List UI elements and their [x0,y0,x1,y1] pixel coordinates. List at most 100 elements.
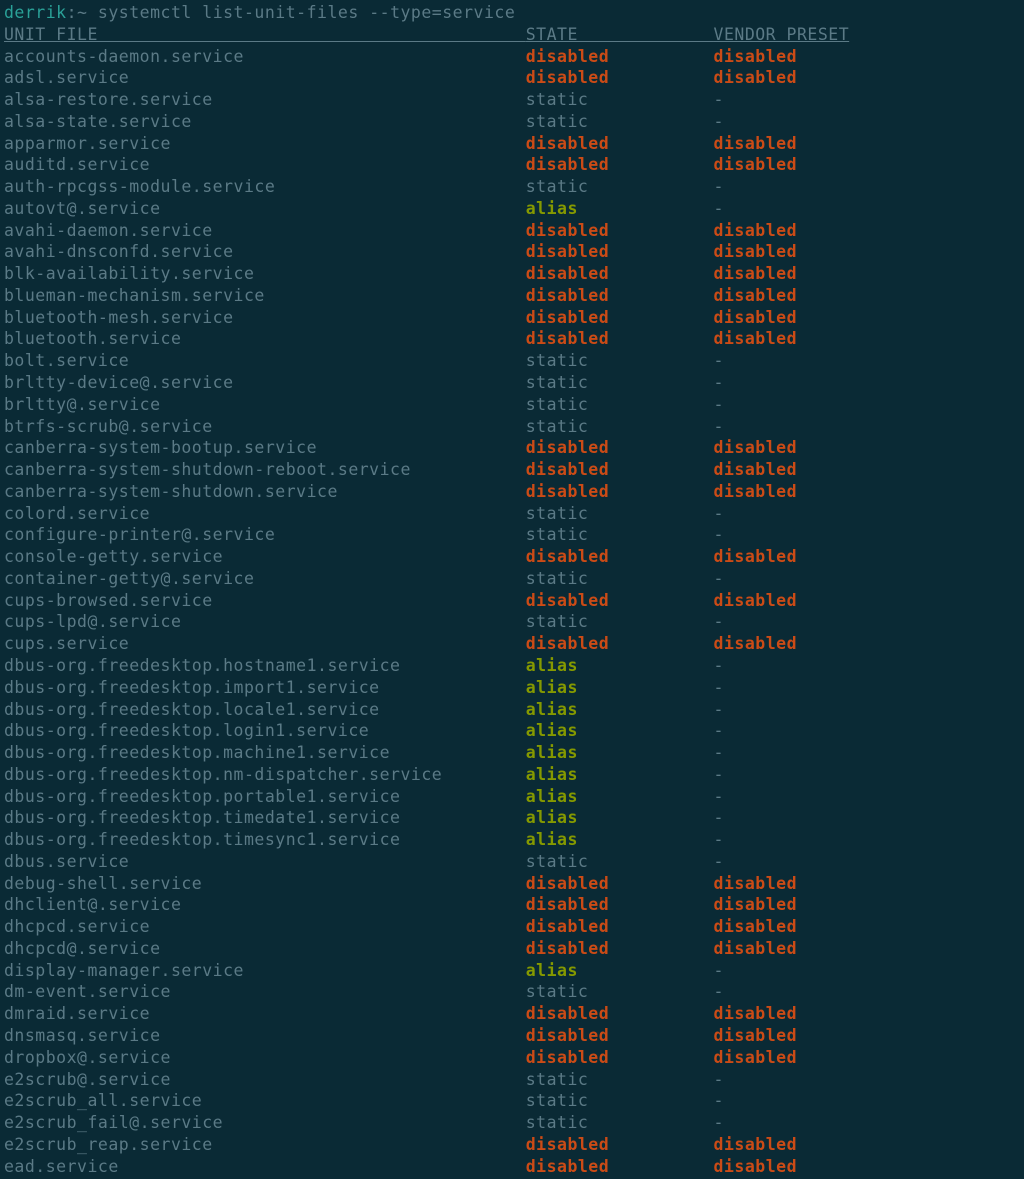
vendor-preset-cell: - [714,1070,724,1089]
vendor-preset-cell: disabled [714,1135,797,1154]
state-cell: disabled [526,1157,609,1176]
spacer [609,634,713,653]
spacer [609,460,713,479]
unit-file-cell: bolt.service [4,351,526,370]
vendor-preset-cell: disabled [714,895,797,914]
table-row: avahi-dnsconfd.service disabled disabled [4,241,1020,263]
state-cell: static [526,504,589,523]
state-cell: alias [526,830,578,849]
unit-file-cell: avahi-dnsconfd.service [4,242,526,261]
table-row: dbus-org.freedesktop.hostname1.service a… [4,655,1020,677]
state-cell: disabled [526,1135,609,1154]
spacer [609,895,713,914]
state-cell: disabled [526,460,609,479]
spacer [578,656,714,675]
table-row: container-getty@.service static - [4,568,1020,590]
table-row: auth-rpcgss-module.service static - [4,176,1020,198]
state-cell: alias [526,787,578,806]
spacer [578,830,714,849]
prompt-separator: : [67,3,77,22]
table-row: avahi-daemon.service disabled disabled [4,220,1020,242]
table-row: colord.service static - [4,503,1020,525]
vendor-preset-cell: - [714,656,724,675]
unit-file-cell: dbus-org.freedesktop.locale1.service [4,700,526,719]
state-cell: disabled [526,155,609,174]
spacer [578,787,714,806]
service-list-table[interactable]: UNIT FILE STATE VENDOR PRESETaccounts-da… [4,24,1020,1178]
state-cell: static [526,112,589,131]
vendor-preset-cell: - [714,612,724,631]
state-cell: disabled [526,917,609,936]
state-cell: disabled [526,634,609,653]
unit-file-cell: blueman-mechanism.service [4,286,526,305]
vendor-preset-cell: - [714,504,724,523]
vendor-preset-cell: disabled [714,1157,797,1176]
table-row: cups-browsed.service disabled disabled [4,590,1020,612]
table-row: alsa-restore.service static - [4,89,1020,111]
spacer [609,939,713,958]
state-cell: alias [526,656,578,675]
table-row: dbus-org.freedesktop.machine1.service al… [4,742,1020,764]
table-row: blk-availability.service disabled disabl… [4,263,1020,285]
vendor-preset-cell: disabled [714,482,797,501]
unit-file-cell: e2scrub_all.service [4,1091,526,1110]
state-cell: static [526,525,589,544]
unit-file-cell: dbus-org.freedesktop.timesync1.service [4,830,526,849]
unit-file-cell: auth-rpcgss-module.service [4,177,526,196]
unit-file-cell: auditd.service [4,155,526,174]
state-cell: disabled [526,547,609,566]
table-row: cups-lpd@.service static - [4,611,1020,633]
spacer [609,47,713,66]
table-row: dbus-org.freedesktop.import1.service ali… [4,677,1020,699]
unit-file-cell: autovt@.service [4,199,526,218]
spacer [578,199,714,218]
vendor-preset-cell: - [714,351,724,370]
vendor-preset-cell: - [714,852,724,871]
state-cell: static [526,1070,589,1089]
header-state: STATE [526,25,714,44]
spacer [588,351,713,370]
table-row: bluetooth.service disabled disabled [4,328,1020,350]
unit-file-cell: dbus-org.freedesktop.machine1.service [4,743,526,762]
table-row: auditd.service disabled disabled [4,154,1020,176]
state-cell: alias [526,678,578,697]
spacer [588,90,713,109]
unit-file-cell: cups-browsed.service [4,591,526,610]
table-row: dbus-org.freedesktop.portable1.service a… [4,786,1020,808]
state-cell: static [526,417,589,436]
state-cell: alias [526,743,578,762]
spacer [609,242,713,261]
state-cell: disabled [526,438,609,457]
spacer [588,417,713,436]
table-row: dbus-org.freedesktop.timedate1.service a… [4,807,1020,829]
spacer [588,112,713,131]
unit-file-cell: dbus-org.freedesktop.login1.service [4,721,526,740]
unit-file-cell: brltty-device@.service [4,373,526,392]
table-row: e2scrub_all.service static - [4,1090,1020,1112]
unit-file-cell: apparmor.service [4,134,526,153]
spacer [609,264,713,283]
state-cell: static [526,177,589,196]
table-row: dm-event.service static - [4,981,1020,1003]
unit-file-cell: dbus-org.freedesktop.timedate1.service [4,808,526,827]
table-row: bluetooth-mesh.service disabled disabled [4,307,1020,329]
spacer [609,329,713,348]
unit-file-cell: dm-event.service [4,982,526,1001]
spacer [578,961,714,980]
spacer [588,177,713,196]
table-row: dbus-org.freedesktop.locale1.service ali… [4,699,1020,721]
unit-file-cell: adsl.service [4,68,526,87]
table-row: dbus-org.freedesktop.timesync1.service a… [4,829,1020,851]
vendor-preset-cell: disabled [714,242,797,261]
unit-file-cell: container-getty@.service [4,569,526,588]
state-cell: disabled [526,308,609,327]
spacer [609,547,713,566]
vendor-preset-cell: - [714,721,724,740]
state-cell: disabled [526,264,609,283]
vendor-preset-cell: - [714,177,724,196]
vendor-preset-cell: disabled [714,329,797,348]
vendor-preset-cell: - [714,417,724,436]
vendor-preset-cell: - [714,569,724,588]
unit-file-cell: cups.service [4,634,526,653]
prompt-path: ~ [77,3,87,22]
